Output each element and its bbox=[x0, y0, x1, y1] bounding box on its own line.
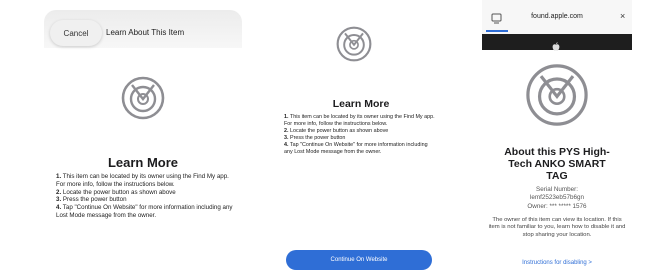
close-icon[interactable]: × bbox=[620, 11, 625, 21]
instructions: 1. This item can be located by its owner… bbox=[284, 114, 436, 156]
panel-found-apple-com: found.apple.com × About this PYS High- T… bbox=[482, 0, 632, 275]
continue-on-website-button[interactable]: Continue On Website bbox=[286, 250, 432, 270]
instruction-step: 2. Locate the power button as shown abov… bbox=[284, 128, 389, 134]
owner-text: Owner: *** ***** 1576 bbox=[527, 203, 587, 210]
serial-value: lemf2523eb57b6gn bbox=[530, 194, 584, 201]
item-heading-line: Tech ANKO SMART bbox=[508, 158, 606, 170]
cancel-button[interactable]: Cancel bbox=[50, 20, 102, 46]
instruction-step: 4. Tap "Continue On Website" for more in… bbox=[284, 142, 428, 155]
serial-label: Serial Number: bbox=[536, 186, 578, 193]
instructions-for-disabling-link[interactable]: Instructions for disabling > bbox=[482, 260, 632, 266]
item-description: The owner of this item can view its loca… bbox=[488, 217, 626, 238]
learn-more-heading: Learn More bbox=[332, 98, 390, 110]
instruction-step: 1. This item can be located by its owner… bbox=[284, 114, 435, 127]
instructions: 1. This item can be located by its owner… bbox=[56, 173, 236, 220]
url-text[interactable]: found.apple.com bbox=[482, 13, 632, 20]
tab-indicator bbox=[486, 30, 508, 32]
instruction-step: 3. Press the power button bbox=[284, 135, 346, 141]
item-heading-line: TAG bbox=[546, 170, 568, 182]
apple-logo-icon bbox=[552, 38, 560, 56]
instruction-step: 4. Tap "Continue On Website" for more in… bbox=[56, 204, 233, 219]
instruction-step: 1. This item can be located by its owner… bbox=[56, 173, 229, 188]
findmy-radar-icon bbox=[525, 63, 589, 132]
panel-learn-about-item: Cancel Learn About This Item Learn More … bbox=[44, 0, 242, 275]
findmy-radar-icon bbox=[121, 76, 165, 125]
item-heading-line: About this PYS High- bbox=[504, 146, 610, 158]
instruction-step: 2. Locate the power button as shown abov… bbox=[56, 188, 176, 196]
sheet-title: Learn About This Item bbox=[106, 28, 185, 37]
findmy-radar-icon bbox=[336, 26, 372, 67]
instruction-step: 3. Press the power button bbox=[56, 196, 127, 204]
learn-more-heading: Learn More bbox=[107, 155, 179, 170]
item-heading: About this PYS High- Tech ANKO SMART TAG bbox=[486, 146, 628, 182]
panel-learn-more: Learn More 1. This item can be located b… bbox=[281, 0, 441, 275]
